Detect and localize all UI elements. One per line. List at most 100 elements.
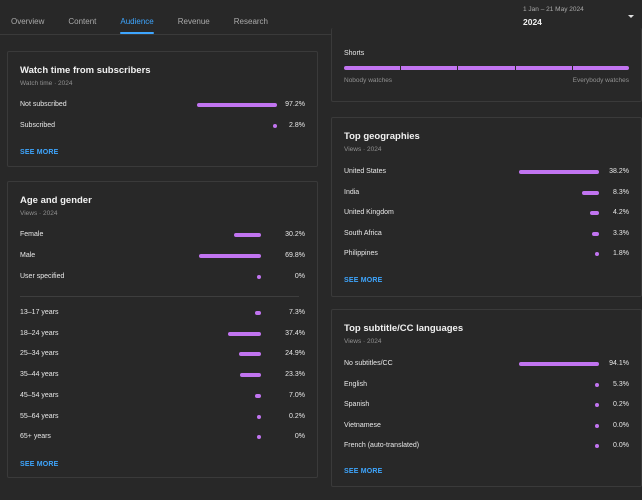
top-geographies-card: Top geographies Views · 2024 SEE MORE Un… <box>331 117 642 297</box>
percentage-dot <box>273 124 277 128</box>
see-more-button[interactable]: SEE MORE <box>344 277 383 284</box>
percentage-dot <box>257 414 261 419</box>
tab-content[interactable]: Content <box>68 0 96 35</box>
row-label: Female <box>20 231 44 238</box>
percentage-dot <box>595 444 599 449</box>
list-item: Not subscribed 97.2% <box>20 99 305 111</box>
scale-segment <box>344 66 401 70</box>
scale-label-left: Nobody watches <box>344 77 393 84</box>
percentage-bar <box>519 362 599 366</box>
row-value: 0.2% <box>613 401 629 409</box>
scale-segment <box>572 66 630 70</box>
row-value: 94.1% <box>609 360 629 367</box>
row-label: 65+ years <box>20 433 51 441</box>
shorts-label: Shorts <box>344 50 365 57</box>
tab-audience[interactable]: Audience <box>120 0 155 35</box>
row-label: India <box>344 188 360 196</box>
tab-revenue[interactable]: Revenue <box>178 0 210 35</box>
row-value: 24.9% <box>285 350 305 358</box>
percentage-bar <box>240 373 261 378</box>
row-label: 35–44 years <box>20 371 59 379</box>
list-item: 13–17 years 7.3% <box>20 307 305 319</box>
list-item: South Africa 3.3% <box>344 228 629 240</box>
card-title: Top geographies <box>344 131 420 142</box>
list-item: English 5.3% <box>344 379 629 391</box>
row-value: 0.0% <box>613 442 629 450</box>
row-value: 0% <box>294 273 305 280</box>
list-item: 35–44 years 23.3% <box>20 369 305 381</box>
caret-down-icon[interactable] <box>628 15 634 18</box>
list-item: 45–54 years 7.0% <box>20 390 305 402</box>
percentage-dot <box>595 252 599 257</box>
percentage-dot <box>257 435 261 440</box>
see-more-button[interactable]: SEE MORE <box>20 149 59 156</box>
card-title: Age and gender <box>20 195 92 206</box>
date-range-text: 1 Jan – 21 May 2024 <box>523 6 584 13</box>
row-label: 13–17 years <box>20 309 59 316</box>
date-selected: 2024 <box>523 17 542 27</box>
percentage-dot <box>595 403 599 408</box>
divider <box>20 296 299 297</box>
row-label: 18–24 years <box>20 329 59 337</box>
row-value: 4.2% <box>613 209 629 217</box>
list-item: 65+ years 0% <box>20 431 305 443</box>
tab-bar: Overview Content Audience Revenue Resear… <box>11 0 292 35</box>
row-value: 97.2% <box>285 101 305 108</box>
list-item: Vietnamese 0.0% <box>344 420 629 432</box>
row-value: 7.3% <box>289 309 305 316</box>
card-title: Top subtitle/CC languages <box>344 323 464 334</box>
list-item: United States 38.2% <box>344 166 629 178</box>
percentage-bar <box>228 331 261 336</box>
row-label: 45–54 years <box>20 391 59 399</box>
row-label: 55–64 years <box>20 412 59 420</box>
row-label: United Kingdom <box>344 209 394 217</box>
see-more-button[interactable]: SEE MORE <box>344 468 383 475</box>
row-value: 3.3% <box>613 229 629 237</box>
percentage-bar <box>519 170 599 174</box>
scale-label-right: Everybody watches <box>572 77 629 84</box>
row-value: 8.3% <box>613 188 629 196</box>
card-subtitle: Views · 2024 <box>344 338 382 345</box>
shorts-scale <box>344 66 630 70</box>
row-label: User specified <box>20 273 65 280</box>
percentage-dot <box>257 275 261 279</box>
row-value: 0.0% <box>613 421 629 429</box>
list-item: India 8.3% <box>344 187 629 199</box>
row-value: 69.8% <box>285 252 305 259</box>
scale-segment <box>515 66 572 70</box>
list-item: Subscribed 2.8% <box>20 120 305 132</box>
row-label: 25–34 years <box>20 350 59 358</box>
percentage-bar <box>239 352 261 357</box>
list-item: 18–24 years 37.4% <box>20 328 305 340</box>
card-subtitle: Views · 2024 <box>344 146 382 153</box>
row-label: Vietnamese <box>344 421 381 429</box>
row-value: 0% <box>294 433 305 441</box>
row-label: South Africa <box>344 229 382 237</box>
row-value: 0.2% <box>289 412 305 420</box>
percentage-dot <box>595 423 599 428</box>
scale-segment <box>458 66 515 70</box>
card-subtitle: Views · 2024 <box>20 210 58 217</box>
percentage-dot <box>595 382 599 387</box>
row-value: 30.2% <box>285 231 305 238</box>
list-item: French (auto-translated) 0.0% <box>344 440 629 452</box>
row-value: 23.3% <box>285 371 305 379</box>
row-label: English <box>344 380 367 388</box>
card-title: Watch time from subscribers <box>20 65 151 76</box>
tab-research[interactable]: Research <box>234 0 268 35</box>
percentage-bar <box>255 311 261 315</box>
percentage-bar <box>255 393 261 398</box>
tab-overview[interactable]: Overview <box>11 0 44 35</box>
row-label: Spanish <box>344 401 370 409</box>
percentage-bar <box>592 231 599 236</box>
row-value: 7.0% <box>289 391 305 399</box>
shorts-card: Shorts Nobody watches Everybody watches <box>331 28 642 102</box>
list-item: 55–64 years 0.2% <box>20 411 305 423</box>
see-more-button[interactable]: SEE MORE <box>20 461 59 468</box>
list-item: Male 69.8% <box>20 250 305 262</box>
list-item: No subtitles/CC 94.1% <box>344 358 629 370</box>
row-label: No subtitles/CC <box>344 360 393 367</box>
subtitle-languages-card: Top subtitle/CC languages Views · 2024 S… <box>331 309 642 487</box>
row-label: French (auto-translated) <box>344 442 420 450</box>
percentage-bar <box>582 190 599 195</box>
